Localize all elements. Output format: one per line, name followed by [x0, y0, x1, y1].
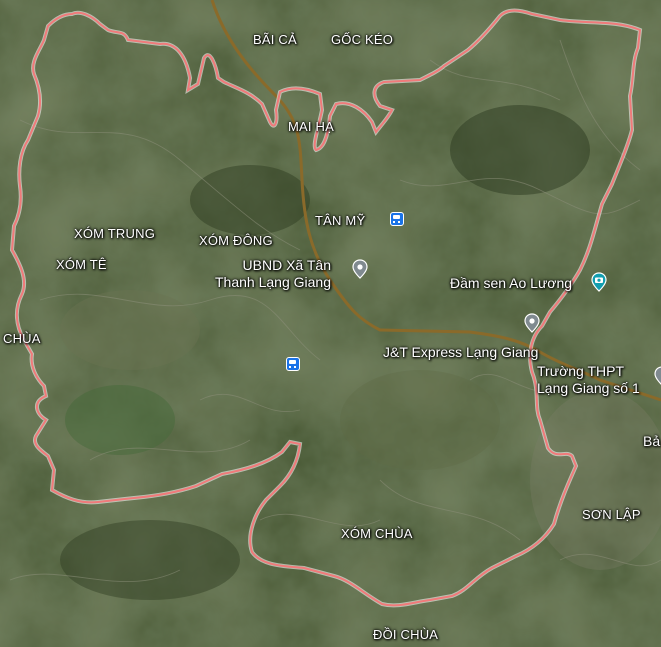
- location-pin-icon[interactable]: [350, 259, 370, 279]
- satellite-imagery: [0, 0, 661, 647]
- label-chua-left: CHÙA: [3, 331, 41, 346]
- poi-truong-line2: Lạng Giang số 1: [537, 380, 640, 396]
- bus-stop-icon[interactable]: [390, 212, 404, 226]
- poi-ubnd-line2: Thanh Lạng Giang: [215, 274, 331, 290]
- label-xom-trung: XÓM TRUNG: [74, 226, 156, 241]
- poi-truong-label[interactable]: Trường THPT Lạng Giang số 1: [537, 363, 640, 397]
- poi-ubnd-line1: UBND Xã Tân: [242, 257, 331, 273]
- label-tan-my: TÂN MỸ: [315, 213, 366, 228]
- poi-edge-ba-label[interactable]: Bả: [643, 433, 660, 450]
- label-xom-chua: XÓM CHÙA: [341, 526, 413, 541]
- label-xom-dong: XÓM ĐÔNG: [199, 233, 273, 248]
- poi-truong-line1: Trường THPT: [537, 363, 625, 379]
- poi-jt-express-label[interactable]: J&T Express Lạng Giang: [383, 344, 538, 361]
- label-doi-chua: ĐỒI CHÙA: [373, 627, 439, 642]
- camera-icon[interactable]: [589, 272, 609, 292]
- bus-stop-icon[interactable]: [286, 357, 300, 371]
- location-pin-icon[interactable]: [522, 313, 542, 333]
- location-pin-icon[interactable]: [652, 366, 661, 386]
- label-son-lap: SƠN LẬP: [582, 507, 641, 522]
- poi-dam-sen-label[interactable]: Đầm sen Ao Lương: [450, 275, 572, 292]
- label-mai-ha: MAI HẠ: [288, 119, 334, 134]
- poi-ubnd-label[interactable]: UBND Xã Tân Thanh Lạng Giang: [215, 257, 331, 291]
- label-bai-ca: BÃI CẢ: [253, 32, 297, 47]
- label-xom-te: XÓM TÊ: [56, 257, 107, 272]
- map-view[interactable]: BÃI CẢ GỐC KÉO MAI HẠ TÂN MỸ XÓM TRUNG X…: [0, 0, 661, 647]
- label-goc-keo: GỐC KÉO: [331, 32, 394, 47]
